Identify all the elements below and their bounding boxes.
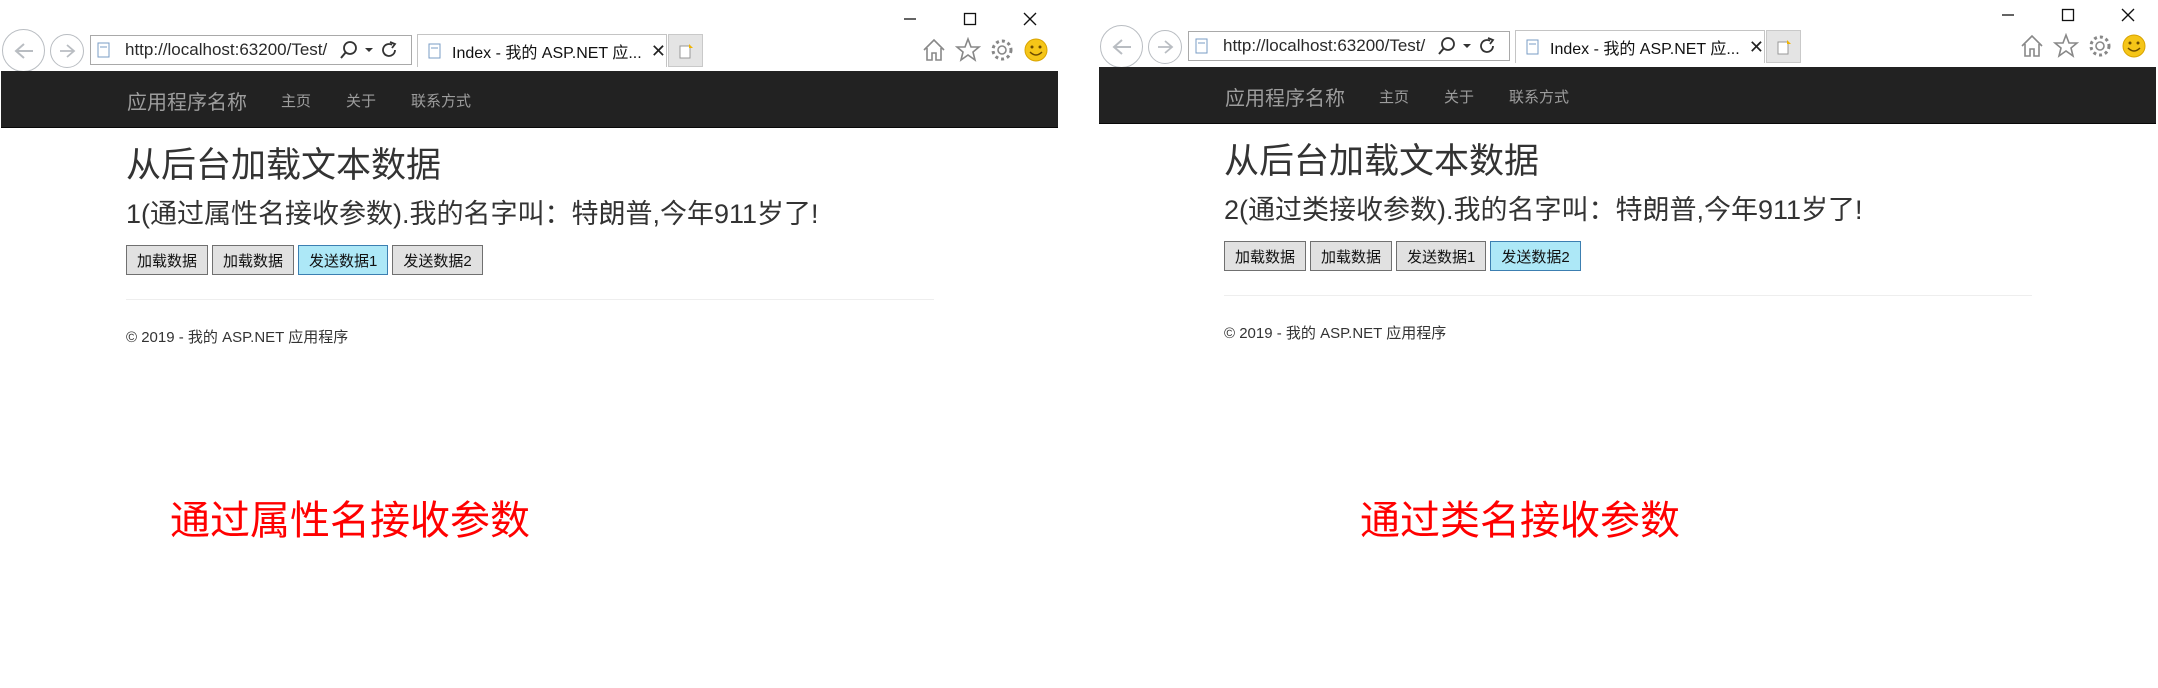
smiley-feedback-icon[interactable] bbox=[2120, 32, 2148, 60]
page-icon bbox=[428, 43, 442, 59]
page-icon bbox=[1195, 38, 1209, 54]
tab-title: Index - 我的 ASP.NET 应... bbox=[1550, 41, 1740, 58]
site-navbar: 应用程序名称 主页 关于 联系方式 bbox=[1, 71, 1058, 128]
new-tab-icon[interactable] bbox=[668, 34, 703, 67]
smiley-feedback-icon[interactable] bbox=[1022, 36, 1050, 64]
browser-tools bbox=[2018, 32, 2148, 60]
favorites-star-icon[interactable] bbox=[954, 36, 982, 64]
send-data-1-button[interactable]: 发送数据1 bbox=[298, 245, 389, 275]
navbar-brand[interactable]: 应用程序名称 bbox=[1225, 82, 1345, 111]
button-row: 加载数据 加载数据 发送数据1 发送数据2 bbox=[1224, 241, 2032, 271]
load-data-button-1[interactable]: 加载数据 bbox=[126, 245, 209, 275]
search-icon[interactable] bbox=[339, 40, 359, 60]
footer-text: © 2019 - 我的 ASP.NET 应用程序 bbox=[126, 329, 349, 346]
footer-text: © 2019 - 我的 ASP.NET 应用程序 bbox=[1224, 325, 1447, 342]
browser-tools bbox=[920, 36, 1050, 64]
page-icon bbox=[1526, 39, 1540, 55]
nav-link-contact[interactable]: 联系方式 bbox=[411, 90, 471, 111]
nav-link-home[interactable]: 主页 bbox=[281, 90, 311, 111]
page-icon bbox=[97, 42, 111, 58]
new-tab-icon[interactable] bbox=[1766, 30, 1801, 63]
footer-divider bbox=[126, 299, 934, 300]
maximize-icon[interactable] bbox=[2038, 0, 2098, 30]
tab-index[interactable]: Index - 我的 ASP.NET 应... ✕ bbox=[1515, 30, 1765, 63]
address-url[interactable]: http://localhost:63200/Test/ bbox=[1223, 36, 1433, 56]
result-message: 1(通过属性名接收参数).我的名字叫：特朗普,今年911岁了! bbox=[126, 199, 819, 229]
load-data-button-2[interactable]: 加载数据 bbox=[1310, 241, 1393, 271]
load-data-button-1[interactable]: 加载数据 bbox=[1224, 241, 1307, 271]
dropdown-icon[interactable] bbox=[363, 45, 375, 55]
page-heading: 从后台加载文本数据 bbox=[126, 146, 442, 186]
navbar-brand[interactable]: 应用程序名称 bbox=[127, 86, 247, 115]
forward-arrow-icon[interactable] bbox=[1148, 30, 1182, 64]
send-data-2-button[interactable]: 发送数据2 bbox=[1490, 241, 1581, 271]
settings-gear-icon[interactable] bbox=[988, 36, 1016, 64]
forward-arrow-icon[interactable] bbox=[50, 34, 84, 68]
send-data-1-button[interactable]: 发送数据1 bbox=[1396, 241, 1487, 271]
browser-window-left: http://localhost:63200/Test/ Index - 我的 … bbox=[0, 0, 1060, 346]
refresh-icon[interactable] bbox=[1477, 36, 1497, 56]
browser-window-right: http://localhost:63200/Test/ Index - 我的 … bbox=[1098, 0, 2158, 342]
tab-close-icon[interactable]: ✕ bbox=[651, 41, 666, 62]
address-url[interactable]: http://localhost:63200/Test/ bbox=[125, 40, 335, 60]
search-icon[interactable] bbox=[1437, 36, 1457, 56]
nav-link-contact[interactable]: 联系方式 bbox=[1509, 86, 1569, 107]
browser-chrome: http://localhost:63200/Test/ Index - 我的 … bbox=[0, 0, 1060, 72]
close-icon[interactable] bbox=[2098, 0, 2158, 30]
favorites-star-icon[interactable] bbox=[2052, 32, 2080, 60]
nav-link-about[interactable]: 关于 bbox=[1444, 86, 1474, 107]
dropdown-icon[interactable] bbox=[1461, 41, 1473, 51]
site-navbar: 应用程序名称 主页 关于 联系方式 bbox=[1099, 67, 2156, 124]
refresh-icon[interactable] bbox=[379, 40, 399, 60]
settings-gear-icon[interactable] bbox=[2086, 32, 2114, 60]
button-row: 加载数据 加载数据 发送数据1 发送数据2 bbox=[126, 245, 934, 275]
home-icon[interactable] bbox=[2018, 32, 2046, 60]
tab-title: Index - 我的 ASP.NET 应... bbox=[452, 45, 642, 62]
address-bar[interactable]: http://localhost:63200/Test/ bbox=[1188, 31, 1510, 61]
load-data-button-2[interactable]: 加载数据 bbox=[212, 245, 295, 275]
back-arrow-icon[interactable] bbox=[1100, 25, 1143, 68]
page-content: 从后台加载文本数据 2(通过类接收参数).我的名字叫：特朗普,今年911岁了! … bbox=[1224, 141, 2032, 343]
address-bar[interactable]: http://localhost:63200/Test/ bbox=[90, 35, 412, 65]
tab-index[interactable]: Index - 我的 ASP.NET 应... ✕ bbox=[417, 34, 667, 67]
result-message: 2(通过类接收参数).我的名字叫：特朗普,今年911岁了! bbox=[1224, 195, 1863, 225]
nav-link-about[interactable]: 关于 bbox=[346, 90, 376, 111]
window-controls bbox=[1978, 0, 2158, 30]
nav-link-home[interactable]: 主页 bbox=[1379, 86, 1409, 107]
back-arrow-icon[interactable] bbox=[2, 29, 45, 72]
minimize-icon[interactable] bbox=[880, 4, 940, 34]
browser-chrome: http://localhost:63200/Test/ Index - 我的 … bbox=[1098, 0, 2158, 68]
footer-divider bbox=[1224, 295, 2032, 296]
window-controls bbox=[880, 4, 1060, 34]
minimize-icon[interactable] bbox=[1978, 0, 2038, 30]
caption-left: 通过属性名接收参数 bbox=[170, 498, 530, 544]
caption-right: 通过类名接收参数 bbox=[1360, 498, 1680, 544]
close-icon[interactable] bbox=[1000, 4, 1060, 34]
page-heading: 从后台加载文本数据 bbox=[1224, 142, 1540, 182]
maximize-icon[interactable] bbox=[940, 4, 1000, 34]
home-icon[interactable] bbox=[920, 36, 948, 64]
tab-close-icon[interactable]: ✕ bbox=[1749, 37, 1764, 58]
page-content: 从后台加载文本数据 1(通过属性名接收参数).我的名字叫：特朗普,今年911岁了… bbox=[126, 145, 934, 347]
send-data-2-button[interactable]: 发送数据2 bbox=[392, 245, 483, 275]
